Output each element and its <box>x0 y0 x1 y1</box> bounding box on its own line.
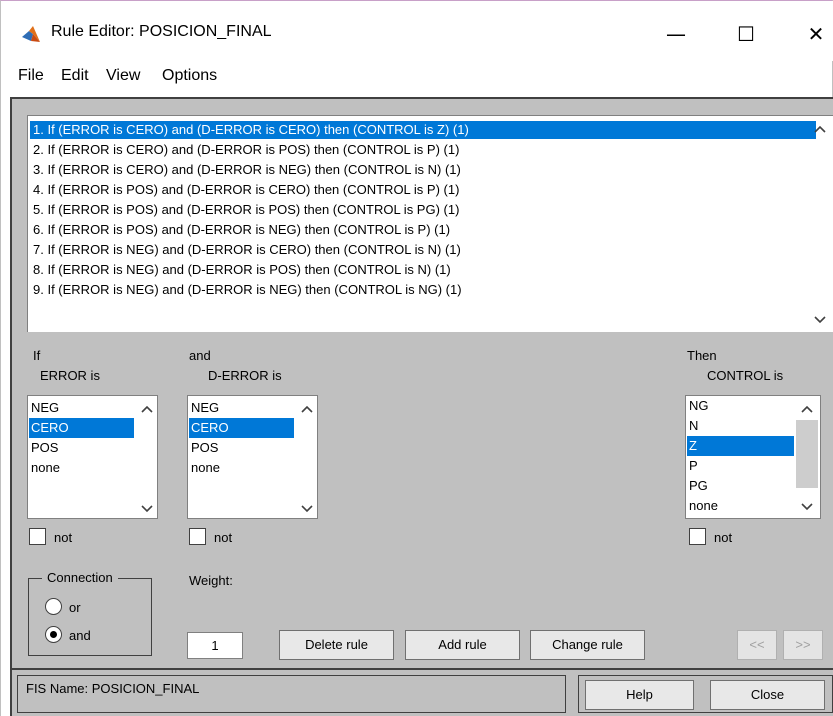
then-not-checkbox[interactable] <box>689 528 706 545</box>
rule-item[interactable]: 7. If (ERROR is NEG) and (D-ERROR is CER… <box>30 241 816 259</box>
rule-item[interactable]: 4. If (ERROR is POS) and (D-ERROR is CER… <box>30 181 816 199</box>
list-item[interactable]: N <box>687 416 794 436</box>
chevron-up-icon[interactable] <box>140 404 154 414</box>
rules-list[interactable]: 1. If (ERROR is CERO) and (D-ERROR is CE… <box>27 115 833 332</box>
menu-edit[interactable]: Edit <box>61 67 89 85</box>
title-bar: Rule Editor: POSICION_FINAL — ☐ ✕ <box>1 1 833 61</box>
rule-item[interactable]: 3. If (ERROR is CERO) and (D-ERROR is NE… <box>30 161 816 179</box>
delete-rule-button[interactable]: Delete rule <box>279 630 394 660</box>
and-membership-list[interactable]: NEG CERO POS none <box>187 395 318 519</box>
chevron-down-icon[interactable] <box>813 315 827 325</box>
weight-label: Weight: <box>189 573 233 588</box>
menu-bar: File Edit View Options <box>1 63 833 91</box>
list-item[interactable]: NEG <box>189 398 294 418</box>
status-separator <box>10 668 833 670</box>
scrollbar-thumb[interactable] <box>796 420 818 488</box>
if-membership-list[interactable]: NEG CERO POS none <box>27 395 158 519</box>
list-item[interactable]: P <box>687 456 794 476</box>
weight-input[interactable]: 1 <box>187 632 243 659</box>
connection-or-radio[interactable] <box>45 598 62 615</box>
list-item[interactable]: PG <box>687 476 794 496</box>
and-header: and <box>189 348 211 363</box>
rule-item[interactable]: 1. If (ERROR is CERO) and (D-ERROR is CE… <box>30 121 816 139</box>
next-rule-button[interactable]: >> <box>783 630 823 660</box>
then-not-label: not <box>714 530 733 545</box>
list-item[interactable]: none <box>189 458 294 478</box>
maximize-button[interactable]: ☐ <box>726 19 766 49</box>
list-item[interactable]: none <box>29 458 134 478</box>
close-button[interactable]: Close <box>710 680 825 710</box>
radio-selected-dot <box>50 631 57 638</box>
minimize-button[interactable]: — <box>656 19 696 49</box>
then-membership-list[interactable]: NG N Z P PG none <box>685 395 821 519</box>
add-rule-button[interactable]: Add rule <box>405 630 520 660</box>
rule-item[interactable]: 6. If (ERROR is POS) and (D-ERROR is NEG… <box>30 221 816 239</box>
window-title: Rule Editor: POSICION_FINAL <box>51 23 272 40</box>
list-item[interactable]: POS <box>29 438 134 458</box>
chevron-up-icon[interactable] <box>300 404 314 414</box>
chevron-down-icon[interactable] <box>800 502 814 512</box>
close-window-button[interactable]: ✕ <box>796 19 833 49</box>
if-not-label: not <box>54 530 73 545</box>
list-item[interactable]: Z <box>687 436 794 456</box>
menu-file[interactable]: File <box>18 67 44 85</box>
connection-legend: Connection <box>42 570 118 585</box>
connection-and-radio[interactable] <box>45 626 62 643</box>
menu-options[interactable]: Options <box>162 67 217 85</box>
list-item[interactable]: NG <box>687 396 794 416</box>
chevron-up-icon[interactable] <box>813 124 827 134</box>
if-header: If <box>33 348 41 363</box>
rule-item[interactable]: 5. If (ERROR is POS) and (D-ERROR is POS… <box>30 201 816 219</box>
fis-name-status: FIS Name: POSICION_FINAL <box>26 681 200 696</box>
list-item[interactable]: NEG <box>29 398 134 418</box>
rule-item[interactable]: 2. If (ERROR is CERO) and (D-ERROR is PO… <box>30 141 816 159</box>
if-not-checkbox[interactable] <box>29 528 46 545</box>
then-variable-label: CONTROL is <box>707 368 784 383</box>
chevron-down-icon[interactable] <box>140 504 154 514</box>
list-item[interactable]: CERO <box>29 418 134 438</box>
chevron-up-icon[interactable] <box>800 404 814 414</box>
list-item[interactable]: POS <box>189 438 294 458</box>
help-button[interactable]: Help <box>585 680 694 710</box>
and-variable-label: D-ERROR is <box>208 368 282 383</box>
then-header: Then <box>687 348 717 363</box>
and-not-checkbox[interactable] <box>189 528 206 545</box>
list-item[interactable]: CERO <box>189 418 294 438</box>
change-rule-button[interactable]: Change rule <box>530 630 645 660</box>
connection-and-label: and <box>69 628 91 643</box>
previous-rule-button[interactable]: << <box>737 630 777 660</box>
and-not-label: not <box>214 530 233 545</box>
connection-group <box>28 578 152 656</box>
if-variable-label: ERROR is <box>40 368 100 383</box>
chevron-down-icon[interactable] <box>300 504 314 514</box>
rule-item[interactable]: 9. If (ERROR is NEG) and (D-ERROR is NEG… <box>30 281 816 299</box>
matlab-logo-icon <box>22 26 40 42</box>
rule-item[interactable]: 8. If (ERROR is NEG) and (D-ERROR is POS… <box>30 261 816 279</box>
menu-view[interactable]: View <box>106 67 140 85</box>
list-item[interactable]: none <box>687 496 794 516</box>
connection-or-label: or <box>69 600 81 615</box>
